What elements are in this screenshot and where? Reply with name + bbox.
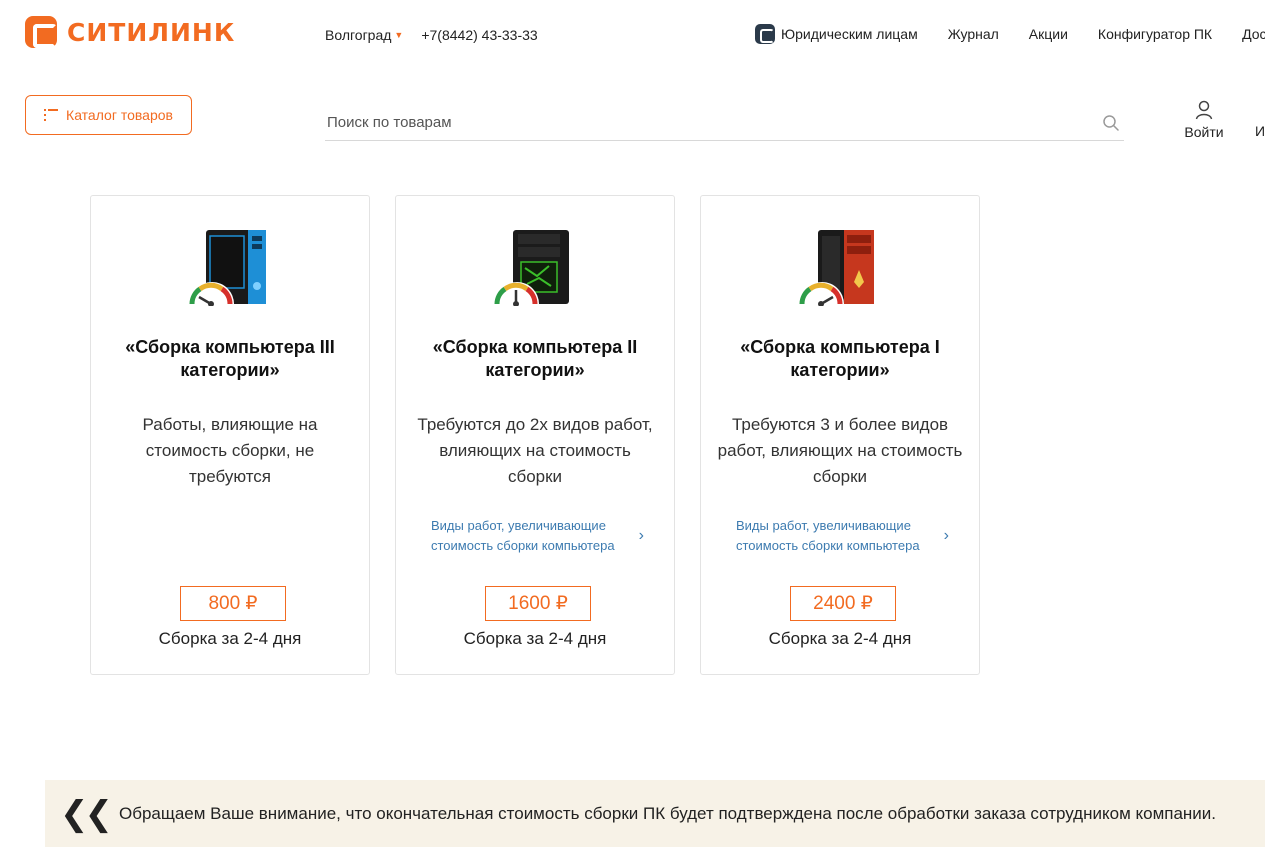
chevron-right-icon: › (943, 527, 949, 544)
card-description: Требуются до 2х видов работ, влияющих на… (417, 415, 653, 486)
phone-link[interactable]: +7(8442) 43-33-33 (421, 27, 537, 43)
login-label: Войти (1184, 124, 1224, 140)
site-logo[interactable]: СИТИЛИНК (25, 16, 235, 48)
card-title: «Сборка компьютера III категории» (125, 337, 335, 380)
catalog-button[interactable]: Каталог товаров (25, 95, 192, 135)
contact-bar: Волгоград ▼ +7(8442) 43-33-33 (325, 27, 538, 43)
price-notice: ❮❮ Обращаем Ваше внимание, что окончател… (45, 780, 1265, 847)
notice-text: Обращаем Ваше внимание, что окончательна… (118, 803, 1217, 823)
nav-label: Акции (1028, 26, 1068, 42)
assembly-card-category-1: «Сборка компьютера I категории» Требуютс… (700, 195, 980, 675)
chevron-right-icon: › (638, 527, 644, 544)
logo-icon (25, 16, 57, 48)
assembly-cards: «Сборка компьютера III категории» Работы… (90, 195, 980, 675)
quote-icon: ❮❮ (60, 793, 113, 834)
card-title: «Сборка компьютера I категории» (740, 337, 940, 380)
card-description: Работы, влияющие на стоимость сборки, не… (142, 415, 318, 486)
nav-journal[interactable]: Журнал (948, 26, 999, 42)
user-icon (1195, 100, 1213, 120)
nav-label: Конфигуратор ПК (1097, 26, 1213, 42)
pc-case-icon (799, 230, 874, 306)
search-bar (325, 105, 1124, 141)
price-badge: 2400 ₽ (790, 586, 896, 621)
work-types-link-label: Виды работ, увеличивающие стоимость сбор… (736, 518, 920, 553)
chevron-down-icon: ▼ (394, 30, 404, 40)
nav-delivery[interactable]: Дос (1242, 26, 1265, 42)
assembly-card-category-3: «Сборка компьютера III категории» Работы… (90, 195, 370, 675)
search-icon[interactable] (1102, 114, 1120, 132)
work-types-link[interactable]: Виды работ, увеличивающие стоимость сбор… (431, 516, 644, 556)
catalog-label: Каталог товаров (66, 107, 173, 123)
work-types-link[interactable]: Виды работ, увеличивающие стоимость сбор… (736, 516, 949, 556)
assembly-time: Сборка за 2-4 дня (463, 629, 607, 648)
city-label: Волгоград (325, 27, 392, 43)
login-button[interactable]: Войти (1180, 100, 1228, 140)
search-input[interactable] (325, 114, 1102, 131)
assembly-card-category-2: «Сборка компьютера II категории» Требуют… (395, 195, 675, 675)
price-badge: 800 ₽ (180, 586, 286, 621)
logo-text: СИТИЛИНК (67, 17, 236, 47)
nav-promotions[interactable]: Акции (1029, 26, 1068, 42)
top-nav: Юридическим лицам Журнал Акции Конфигура… (755, 24, 1265, 44)
nav-pc-configurator[interactable]: Конфигуратор ПК (1098, 26, 1212, 42)
pc-case-icon (494, 230, 569, 306)
business-icon (755, 24, 775, 44)
nav-legal-entities[interactable]: Юридическим лицам (755, 24, 918, 44)
city-selector[interactable]: Волгоград ▼ (325, 27, 403, 43)
nav-label: Дос (1242, 26, 1265, 42)
nav-label: Юридическим лицам (781, 26, 918, 42)
price-badge: 1600 ₽ (485, 586, 591, 621)
assembly-time: Сборка за 2-4 дня (158, 629, 302, 648)
card-description: Требуются 3 и более видов работ, влияющи… (717, 415, 963, 486)
work-types-link-label: Виды работ, увеличивающие стоимость сбор… (431, 518, 615, 553)
assembly-time: Сборка за 2-4 дня (768, 629, 912, 648)
pc-case-icon (189, 230, 266, 306)
list-icon (44, 109, 59, 121)
card-title: «Сборка компьютера II категории» (432, 337, 638, 380)
truncated-nav-item[interactable]: И (1255, 123, 1265, 139)
nav-label: Журнал (947, 26, 999, 42)
